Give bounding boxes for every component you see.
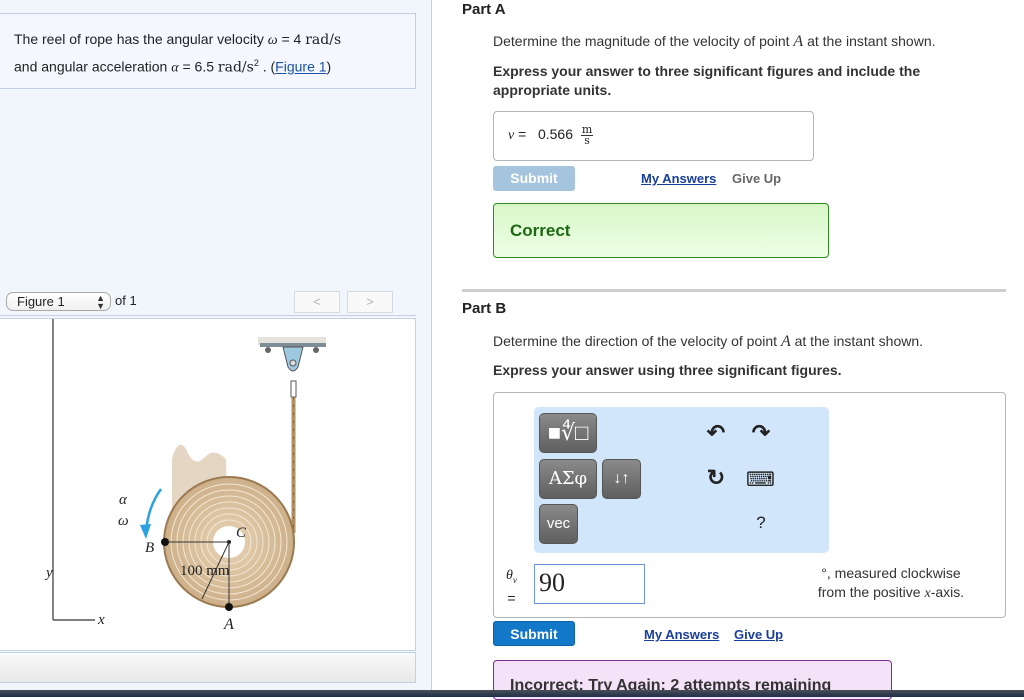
part-b-answer-box: ■∜□ ΑΣφ ↓↑ vec ↶ ↷ ↻ ⌨ ? θv = 90 °, measu… [493, 392, 1006, 618]
redo-icon[interactable]: ↷ [749, 420, 773, 446]
figure-footer [0, 652, 416, 683]
theta-input-value: 90 [539, 568, 565, 597]
theta-subscript: v [512, 574, 517, 585]
part-a-title: Part A [462, 1, 506, 18]
answer-eq: = [514, 126, 531, 143]
part-a-instruction: Express your answer to three significant… [493, 63, 921, 98]
templates-button[interactable]: ■∜□ [539, 413, 597, 453]
unit-denominator: s [584, 134, 590, 147]
bolt-icon [313, 347, 319, 353]
part-b-give-up-link[interactable]: Give Up [734, 627, 783, 642]
radius-label: 100 mm [180, 563, 230, 579]
reset-icon[interactable]: ↻ [704, 465, 728, 491]
figure-link[interactable]: Figure 1 [275, 59, 326, 75]
reel-diagram: α ω B C A 100 mm y x [44, 319, 326, 633]
figure-select[interactable]: Figure 1 ▲ ▼ [6, 292, 111, 311]
unit-line-2: from the positive [817, 584, 925, 600]
point-c-label: C [236, 525, 247, 541]
unit-line-1: °, measured clockwise [821, 565, 961, 581]
prev-figure-button[interactable]: < [294, 291, 340, 313]
window-bottom-bar [0, 690, 1024, 697]
pin [289, 359, 297, 367]
theta-input[interactable]: 90 [534, 564, 645, 604]
y-axis-label: y [44, 565, 53, 581]
omega-value: = 4 [277, 31, 306, 47]
part-b-title: Part B [462, 300, 507, 317]
alpha-value: = 6.5 [178, 58, 218, 75]
bracket [282, 346, 304, 372]
theta-label: θv = [506, 565, 517, 607]
omega-unit: rad/s [305, 32, 342, 48]
sort-icon: ↓↑ [613, 470, 630, 487]
figure-navigation-bar: Figure 1 ▲ ▼ of 1 < > [0, 289, 416, 316]
chevron-left-icon: < [313, 294, 321, 309]
unit-line-2-end: -axis. [930, 584, 965, 600]
answer-unit: ms [580, 124, 594, 147]
part-a-answer-box[interactable]: v = 0.566 ms [493, 111, 814, 161]
part-b-unit-text: °, measured clockwise from the positive … [791, 564, 991, 603]
problem-statement: The reel of rope has the angular velocit… [0, 13, 416, 89]
chevron-right-icon: > [366, 294, 374, 309]
part-a-my-answers-link[interactable]: My Answers [641, 171, 716, 186]
link-suffix: ) [326, 58, 332, 75]
vec-button[interactable]: vec [539, 504, 578, 544]
question-var: A [793, 33, 804, 50]
figure-select-value: Figure 1 [17, 294, 65, 309]
omega-label: ω [118, 513, 129, 529]
question-var: A [780, 333, 791, 350]
point-a-label: A [223, 616, 234, 633]
omega-symbol: ω [267, 33, 278, 48]
mount-plate [260, 343, 326, 347]
problem-text: The reel of rope has the angular velocit… [14, 31, 268, 47]
question-text: Determine the magnitude of the velocity … [493, 33, 794, 49]
question-text: Determine the direction of the velocity … [493, 333, 781, 349]
right-panel: Part A Determine the magnitude of the ve… [433, 0, 1024, 700]
problem-text-2: and angular acceleration [14, 58, 172, 75]
x-axis-label: x [97, 612, 105, 628]
part-b-my-answers-link[interactable]: My Answers [644, 627, 719, 642]
alpha-unit: rad/s [217, 59, 254, 76]
greek-symbols-button[interactable]: ΑΣφ [539, 459, 597, 499]
rope-clip [290, 380, 297, 398]
greek-label: ΑΣφ [548, 468, 588, 489]
answer-value: 0.566 [537, 126, 574, 143]
undo-icon[interactable]: ↶ [704, 420, 728, 446]
part-a-feedback: Correct [493, 203, 829, 258]
help-icon[interactable]: ? [749, 513, 773, 533]
equals-sign: = [507, 589, 516, 606]
question-text-end: at the instant shown. [790, 333, 924, 349]
feedback-text: Correct [510, 221, 571, 240]
part-a-give-up: Give Up [732, 171, 782, 186]
keyboard-icon[interactable]: ⌨ [746, 467, 775, 492]
point-a-marker [225, 603, 233, 611]
arrowhead-icon [140, 524, 151, 539]
select-arrows-icon: ▲ ▼ [96, 293, 105, 311]
left-panel: The reel of rope has the angular velocit… [0, 0, 432, 690]
part-a-submit-button[interactable]: Submit [493, 166, 575, 191]
math-toolbar: ■∜□ ΑΣφ ↓↑ vec ↶ ↷ ↻ ⌨ ? [534, 407, 829, 553]
part-b-question: Determine the direction of the velocity … [493, 332, 923, 351]
theta-symbol: θ [506, 568, 513, 583]
question-text-end: at the instant shown. [803, 33, 936, 49]
part-divider [462, 289, 1006, 292]
part-a-question: Determine the magnitude of the velocity … [493, 32, 936, 51]
bolt-icon [265, 347, 271, 353]
link-prefix: . ( [258, 58, 276, 75]
templates-icon: ■∜□ [547, 420, 589, 445]
part-b-submit-button[interactable]: Submit [493, 621, 575, 646]
vec-label: vec [546, 515, 571, 532]
alpha-label: α [119, 492, 128, 508]
point-b-label: B [145, 540, 154, 556]
figure-panel: α ω B C A 100 mm y x [0, 318, 416, 651]
point-b-marker [161, 538, 169, 546]
alpha-symbol: α [171, 60, 179, 76]
next-figure-button[interactable]: > [347, 291, 393, 313]
part-b-instruction: Express your answer using three signific… [493, 362, 842, 378]
figure-count-label: of 1 [115, 293, 137, 308]
sort-button[interactable]: ↓↑ [602, 459, 641, 499]
